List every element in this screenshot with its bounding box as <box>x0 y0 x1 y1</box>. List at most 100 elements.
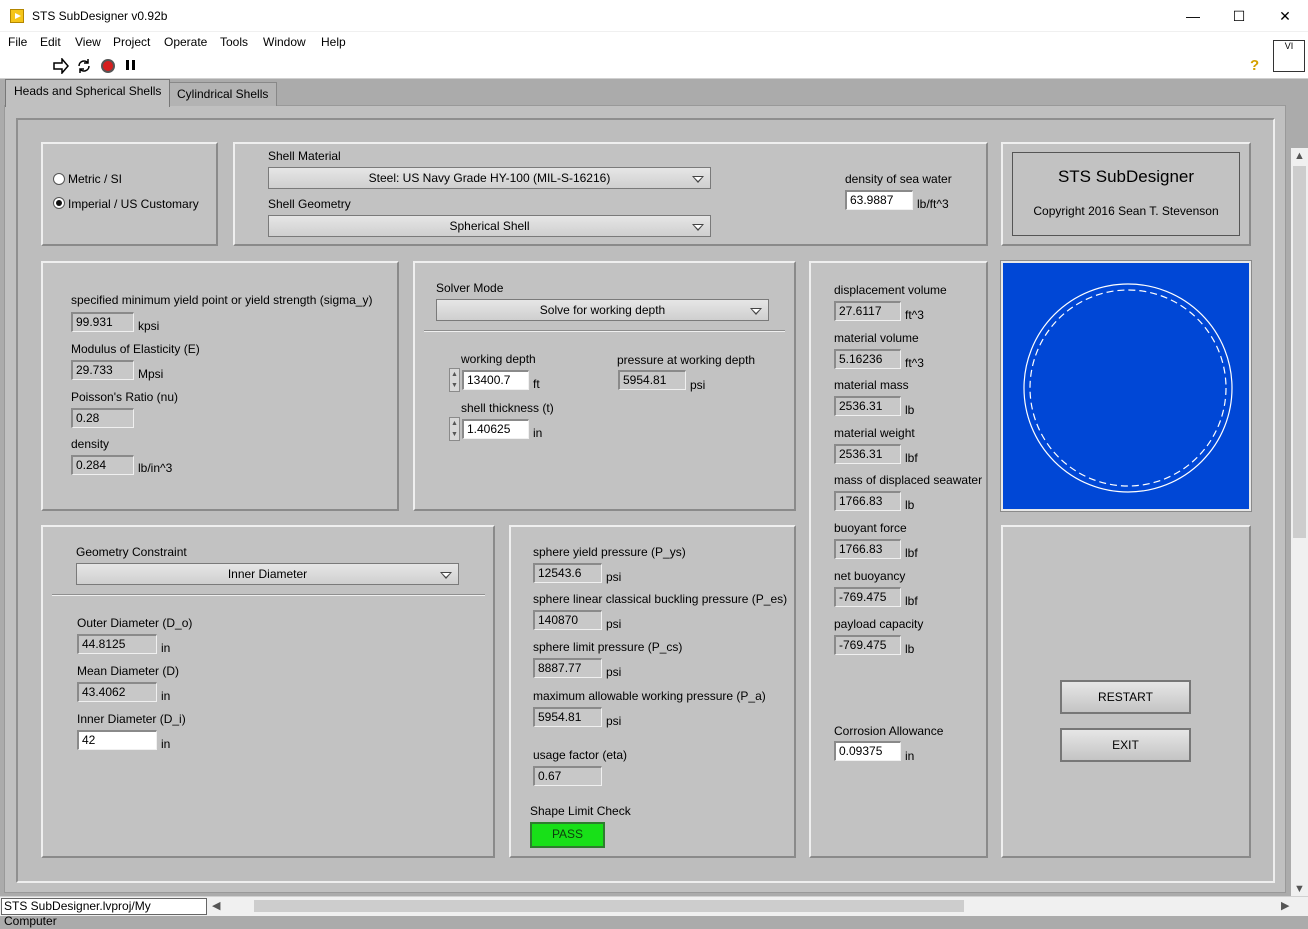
material-volume-label: material volume <box>834 331 919 345</box>
corrosion-allowance-field[interactable]: 0.09375 <box>834 741 901 761</box>
modulus-label: Modulus of Elasticity (E) <box>71 342 200 356</box>
buckling-pressure-label: sphere linear classical buckling pressur… <box>533 592 788 606</box>
geometry-constraint-value: Inner Diameter <box>227 567 308 581</box>
max-working-pressure-label: maximum allowable working pressure (P_a) <box>533 689 766 703</box>
exit-button[interactable]: EXIT <box>1060 728 1191 762</box>
preview-background <box>1003 263 1249 509</box>
solver-separator <box>424 330 785 332</box>
shell-geometry-label: Shell Geometry <box>268 197 351 211</box>
yield-pressure-unit: psi <box>606 570 622 584</box>
mean-diameter-label: Mean Diameter (D) <box>77 664 180 678</box>
limit-pressure-unit: psi <box>606 665 622 679</box>
mean-diameter-value: 43.4062 <box>77 682 157 702</box>
tab-cylindrical[interactable]: Cylindrical Shells <box>168 82 278 106</box>
mean-diameter-unit: in <box>161 689 171 703</box>
shell-material-label: Shell Material <box>268 149 341 163</box>
buoyant-force-label: buoyant force <box>834 521 907 535</box>
buoyant-force-unit: lbf <box>905 546 918 560</box>
pressure-at-depth-value: 5954.81 <box>618 370 686 390</box>
buckling-pressure-unit: psi <box>606 617 622 631</box>
working-depth-field[interactable]: 13400.7 <box>462 370 529 390</box>
menu-operate[interactable]: Operate <box>164 35 207 49</box>
menu-tools[interactable]: Tools <box>220 35 248 49</box>
minimize-button[interactable]: — <box>1170 0 1216 32</box>
material-mass-value: 2536.31 <box>834 396 901 416</box>
payload-capacity-label: payload capacity <box>834 617 924 631</box>
menu-project[interactable]: Project <box>113 35 150 49</box>
menu-file[interactable]: File <box>8 35 27 49</box>
toolbar <box>0 52 1308 79</box>
tab-heads-spherical[interactable]: Heads and Spherical Shells <box>5 79 171 107</box>
sea-density-unit: lb/ft^3 <box>917 197 949 211</box>
copyright-text: Copyright 2016 Sean T. Stevenson <box>1033 204 1219 218</box>
run-arrow-icon[interactable] <box>53 56 69 76</box>
pressure-at-depth-label: pressure at working depth <box>617 353 756 367</box>
menu-help[interactable]: Help <box>321 35 346 49</box>
chevron-down-icon <box>440 572 452 579</box>
shell-thickness-label: shell thickness (t) <box>461 401 554 415</box>
menu-edit[interactable]: Edit <box>40 35 61 49</box>
buckling-pressure-value: 140870 <box>533 610 602 630</box>
shape-limit-pass-indicator: PASS <box>530 822 605 848</box>
restart-button[interactable]: RESTART <box>1060 680 1191 714</box>
run-continuously-icon[interactable] <box>76 58 92 74</box>
density-label: density <box>71 437 110 451</box>
material-weight-unit: lbf <box>905 451 918 465</box>
scroll-up-icon[interactable]: ▲ <box>1294 150 1305 162</box>
metric-radio[interactable] <box>53 173 65 185</box>
geometry-separator <box>52 594 485 596</box>
modulus-value: 29.733 <box>71 360 134 380</box>
shell-geometry-dropdown[interactable]: Spherical Shell <box>268 215 711 237</box>
imperial-label: Imperial / US Customary <box>68 197 199 211</box>
solver-mode-dropdown[interactable]: Solve for working depth <box>436 299 769 321</box>
inner-diameter-field[interactable]: 42 <box>77 730 157 750</box>
shape-limit-label: Shape Limit Check <box>530 804 631 818</box>
working-depth-unit: ft <box>533 377 540 391</box>
working-depth-spinner[interactable]: ▲ ▼ <box>449 368 460 392</box>
close-button[interactable]: ✕ <box>1262 0 1308 32</box>
material-mass-unit: lb <box>905 403 915 417</box>
corrosion-allowance-label: Corrosion Allowance <box>834 724 944 738</box>
menu-window[interactable]: Window <box>263 35 306 49</box>
usage-factor-label: usage factor (eta) <box>533 748 628 762</box>
sea-density-field[interactable]: 63.9887 <box>845 190 913 210</box>
buoyant-force-value: 1766.83 <box>834 539 901 559</box>
material-volume-unit: ft^3 <box>905 356 924 370</box>
abort-icon[interactable] <box>101 59 115 73</box>
shell-thickness-field[interactable]: 1.40625 <box>462 419 529 439</box>
shell-thickness-spinner[interactable]: ▲ ▼ <box>449 417 460 441</box>
maximize-button[interactable]: ☐ <box>1216 0 1262 32</box>
branding-frame <box>1012 152 1240 236</box>
scroll-left-icon[interactable]: ◀ <box>212 899 220 912</box>
geometry-constraint-label: Geometry Constraint <box>76 545 187 559</box>
shell-material-dropdown[interactable]: Steel: US Navy Grade HY-100 (MIL-S-16216… <box>268 167 711 189</box>
outer-diameter-value: 44.8125 <box>77 634 157 654</box>
corrosion-allowance-unit: in <box>905 749 915 763</box>
yield-pressure-value: 12543.6 <box>533 563 602 583</box>
max-working-pressure-value: 5954.81 <box>533 707 602 727</box>
pause-icon[interactable] <box>123 58 139 74</box>
density-unit: lb/in^3 <box>138 461 173 475</box>
material-weight-label: material weight <box>834 426 915 440</box>
scroll-down-icon[interactable]: ▼ <box>1294 883 1305 895</box>
window-title: STS SubDesigner v0.92b <box>32 9 168 23</box>
limit-pressure-label: sphere limit pressure (P_cs) <box>533 640 683 654</box>
net-buoyancy-value: -769.475 <box>834 587 901 607</box>
displacement-volume-unit: ft^3 <box>905 308 924 322</box>
horizontal-scroll-thumb[interactable] <box>254 900 964 912</box>
working-depth-label: working depth <box>461 352 536 366</box>
geometry-constraint-dropdown[interactable]: Inner Diameter <box>76 563 459 585</box>
chevron-down-icon <box>692 176 704 183</box>
vertical-scroll-thumb[interactable] <box>1293 166 1306 538</box>
imperial-radio[interactable] <box>53 197 65 209</box>
payload-capacity-unit: lb <box>905 642 915 656</box>
app-branding-title: STS SubDesigner <box>1057 167 1195 186</box>
help-icon[interactable]: ? <box>1250 57 1259 74</box>
net-buoyancy-unit: lbf <box>905 594 918 608</box>
scroll-right-icon[interactable]: ▶ <box>1281 899 1289 912</box>
displacement-volume-value: 27.6117 <box>834 301 901 321</box>
menu-view[interactable]: View <box>75 35 101 49</box>
yield-strength-unit: kpsi <box>138 319 160 333</box>
yield-strength-value: 99.931 <box>71 312 134 332</box>
chevron-down-icon <box>750 308 762 315</box>
